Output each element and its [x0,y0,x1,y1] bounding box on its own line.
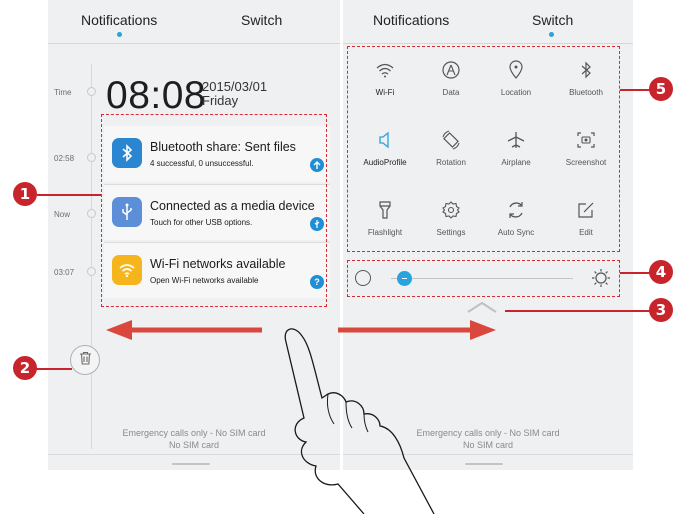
hand-gesture-icon [284,328,435,514]
callout-badge: 3 [649,298,673,322]
callout-line [505,310,650,312]
timeline-line [91,64,92,449]
tab-notifications[interactable]: Notifications [373,12,449,28]
timeline-dot [87,209,96,218]
active-tab-indicator [117,32,122,37]
callout-line [620,272,650,274]
tab-switch[interactable]: Switch [241,12,282,28]
timeline-dot [87,153,96,162]
callout-badge: 1 [13,182,37,206]
callout-frame-notifications [101,114,327,307]
callout-line [620,89,650,91]
tab-bar: Notifications Switch [343,0,633,44]
timeline-dot [87,87,96,96]
timeline-label: 03:07 [54,268,75,277]
swipe-left-arrow [106,320,262,340]
chevron-up-icon[interactable] [466,300,498,319]
timeline-label: Now [54,210,71,219]
callout-line [37,194,101,196]
callout-frame-brightness [347,260,620,297]
timeline-dot [87,267,96,276]
tab-notifications[interactable]: Notifications [81,12,157,28]
date-text: 2015/03/01 [202,79,268,94]
clock-date: 2015/03/01 Friday [202,80,267,107]
callout-badge: 5 [649,77,673,101]
tab-switch[interactable]: Switch [532,12,573,28]
callout-line [36,368,72,370]
trash-icon [79,351,92,370]
clock-time: 08:08 [106,74,207,117]
callout-badge: 4 [649,260,673,284]
timeline-label: 02:58 [54,154,75,163]
callout-frame-toggles [347,46,620,252]
tab-bar: Notifications Switch [48,0,340,44]
active-tab-indicator [549,32,554,37]
timeline-label: Time [54,88,72,97]
clear-all-button[interactable] [70,345,100,375]
drag-handle[interactable] [172,463,210,465]
day-text: Friday [202,92,239,108]
callout-badge: 2 [13,356,37,380]
